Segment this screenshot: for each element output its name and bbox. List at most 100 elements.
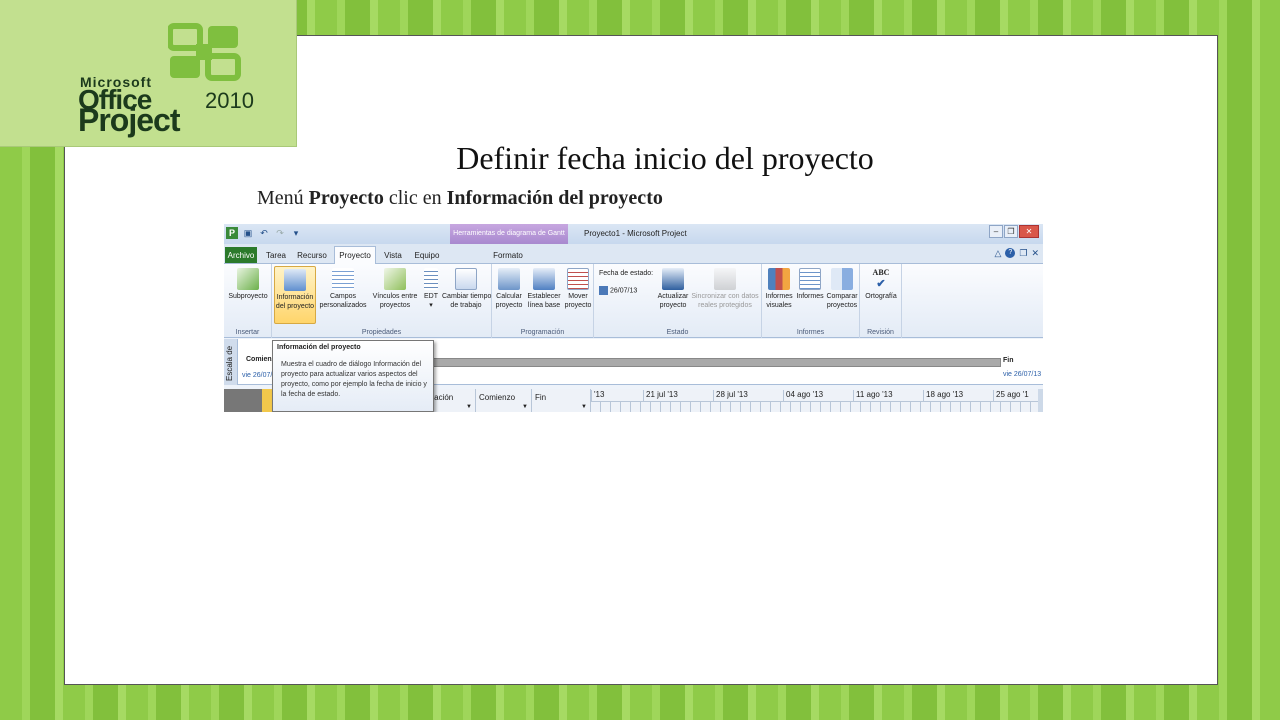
customize-qat-icon[interactable]: ▾ [290, 227, 302, 239]
mover-proyecto-button[interactable]: Mover proyecto [564, 266, 592, 310]
subtitle-info-proyecto: Información del proyecto [446, 187, 663, 209]
restore-icon[interactable]: ❐ [1004, 225, 1018, 238]
cambiar-label-line2: de trabajo [450, 302, 482, 309]
project-information-icon [284, 269, 306, 291]
calendar-icon [599, 286, 608, 295]
set-baseline-icon [533, 268, 555, 290]
office-logo-icon [168, 23, 241, 81]
visuales-label-line2: visuales [766, 302, 792, 309]
subtitle-menu-proyecto: Proyecto [308, 187, 384, 209]
ortografia-label: Ortografía [865, 293, 897, 300]
timescale-week: 11 ago '13 [853, 390, 923, 401]
edt-dropdown-icon: ▾ [429, 302, 433, 309]
campos-label-line1: Campos [329, 293, 357, 300]
tab-formato[interactable]: Formato [488, 247, 528, 264]
establecer-label-line2: línea base [527, 302, 561, 309]
informes-visuales-button[interactable]: Informes visuales [764, 266, 794, 310]
close-icon[interactable]: ✕ [1019, 225, 1039, 238]
close-doc-icon[interactable]: ✕ [1031, 248, 1039, 259]
restore-doc-icon[interactable]: ❐ [1019, 248, 1027, 259]
undo-icon[interactable]: ↶ [258, 227, 270, 239]
group-insertar-label: Insertar [235, 329, 260, 336]
timescale-week: 25 ago '1 [993, 390, 1039, 401]
vinculos-entre-proyectos-button[interactable]: Vínculos entre proyectos [370, 266, 420, 310]
visuales-label-line1: Informes [765, 293, 793, 300]
quick-access-toolbar: P ▣ ↶ ↷ ▾ [226, 227, 302, 239]
subtitle-mid: clic en [383, 187, 447, 209]
tab-equipo[interactable]: Equipo [410, 247, 444, 264]
tooltip-title: Información del proyecto [277, 344, 361, 351]
group-insertar: Subproyecto Insertar [224, 264, 272, 338]
column-fin-dropdown-icon[interactable]: ▼ [581, 404, 587, 410]
subproyecto-button[interactable]: Subproyecto [226, 266, 270, 301]
actualizar-proyecto-button[interactable]: Actualizar proyecto [656, 266, 690, 310]
redo-icon[interactable]: ↷ [274, 227, 286, 239]
minimize-icon[interactable]: – [989, 225, 1003, 238]
timeline-end-date: vie 26/07/13 [1003, 371, 1042, 378]
tab-vista[interactable]: Vista [380, 247, 406, 264]
gantt-timescale: '13 21 jul '13 28 jul '13 04 ago '13 11 … [591, 389, 1039, 412]
visual-reports-icon [768, 268, 790, 290]
gantt-tools-context-tab[interactable]: Herramientas de diagrama de Gantt [450, 224, 568, 244]
tab-recurso[interactable]: Recurso [294, 247, 330, 264]
group-informes-label: Informes [796, 329, 825, 336]
calcular-label-line2: proyecto [495, 302, 523, 309]
timescale-week: '13 [591, 390, 643, 401]
fecha-de-estado-value: 26/07/13 [610, 287, 638, 295]
slide-title: Definir fecha inicio del proyecto [456, 140, 874, 176]
edt-button[interactable]: EDT ▾ [422, 266, 440, 310]
ribbon-right-icons: △ ? ❐ ✕ [994, 248, 1039, 259]
timeline-side-label: Escala de [224, 339, 238, 385]
subtitle-prefix: Menú [257, 187, 309, 209]
save-icon[interactable]: ▣ [242, 227, 254, 239]
project-app-icon[interactable]: P [226, 227, 238, 239]
fecha-de-estado-label: Fecha de estado: [599, 270, 654, 277]
reports-icon [799, 268, 821, 290]
timescale-days [591, 401, 1039, 412]
sincronizar-datos-button[interactable]: Sincronizar con datos reales protegidos [691, 266, 759, 310]
informes-button[interactable]: Informes [795, 266, 825, 301]
minimize-ribbon-icon[interactable]: △ [994, 248, 1001, 259]
actualizar-label-line2: proyecto [659, 302, 687, 309]
project-links-icon [384, 268, 406, 290]
comparar-proyectos-button[interactable]: Comparar proyectos [826, 266, 858, 310]
tab-proyecto[interactable]: Proyecto [334, 246, 376, 265]
ortografia-button[interactable]: ABC ✔ Ortografía [862, 266, 900, 301]
campos-label-line2: personalizados [319, 302, 367, 309]
spelling-abc-text: ABC [872, 268, 890, 277]
help-icon[interactable]: ? [1005, 248, 1016, 258]
campos-personalizados-button[interactable]: Campos personalizados [318, 266, 368, 310]
timeline-bar[interactable] [429, 358, 1001, 367]
group-programacion-label: Programación [520, 329, 565, 336]
subproject-icon [237, 268, 259, 290]
edt-label: EDT [424, 293, 438, 300]
logo-year-text: 2010 [205, 88, 254, 113]
group-propiedades-label: Propiedades [361, 329, 402, 336]
window-controls: – ❐ ✕ [989, 225, 1039, 238]
tooltip-body: Muestra el cuadro de diálogo Información… [281, 361, 427, 398]
project-window-screenshot: P ▣ ↶ ↷ ▾ Herramientas de diagrama de Ga… [224, 224, 1043, 412]
column-fin[interactable]: Fin ▼ [532, 389, 591, 412]
calcular-proyecto-button[interactable]: Calcular proyecto [494, 266, 524, 310]
actualizar-label-line1: Actualizar [657, 293, 689, 300]
column-comienzo[interactable]: Comienzo ▼ [476, 389, 532, 412]
vertical-scrollbar[interactable] [1038, 389, 1043, 412]
column-comienzo-dropdown-icon[interactable]: ▼ [522, 404, 528, 410]
grid-row-header [224, 389, 262, 412]
window-titlebar: P ▣ ↶ ↷ ▾ Herramientas de diagrama de Ga… [224, 224, 1043, 244]
establecer-label-line1: Establecer [527, 293, 561, 300]
ribbon-tabs: Archivo Tarea Recurso Proyecto Vista Equ… [224, 244, 1043, 265]
wbs-icon [424, 268, 438, 290]
tab-archivo[interactable]: Archivo [225, 247, 257, 263]
establecer-linea-base-button[interactable]: Establecer línea base [526, 266, 562, 310]
fecha-de-estado-picker[interactable]: 26/07/13 [599, 286, 637, 295]
vinculos-label-line2: proyectos [379, 302, 411, 309]
informacion-del-proyecto-button[interactable]: Información del proyecto [274, 266, 316, 324]
group-informes: Informes visuales Informes Comparar proy… [762, 264, 860, 338]
column-duracion-dropdown-icon[interactable]: ▼ [466, 404, 472, 410]
tab-tarea[interactable]: Tarea [262, 247, 290, 264]
cambiar-tiempo-de-trabajo-button[interactable]: Cambiar tiempo de trabajo [442, 266, 491, 310]
ribbon-proyecto: Subproyecto Insertar Información del pro… [224, 264, 1043, 338]
sincronizar-label-line1: Sincronizar con datos [691, 293, 759, 300]
column-comienzo-label: Comienzo [479, 393, 516, 402]
